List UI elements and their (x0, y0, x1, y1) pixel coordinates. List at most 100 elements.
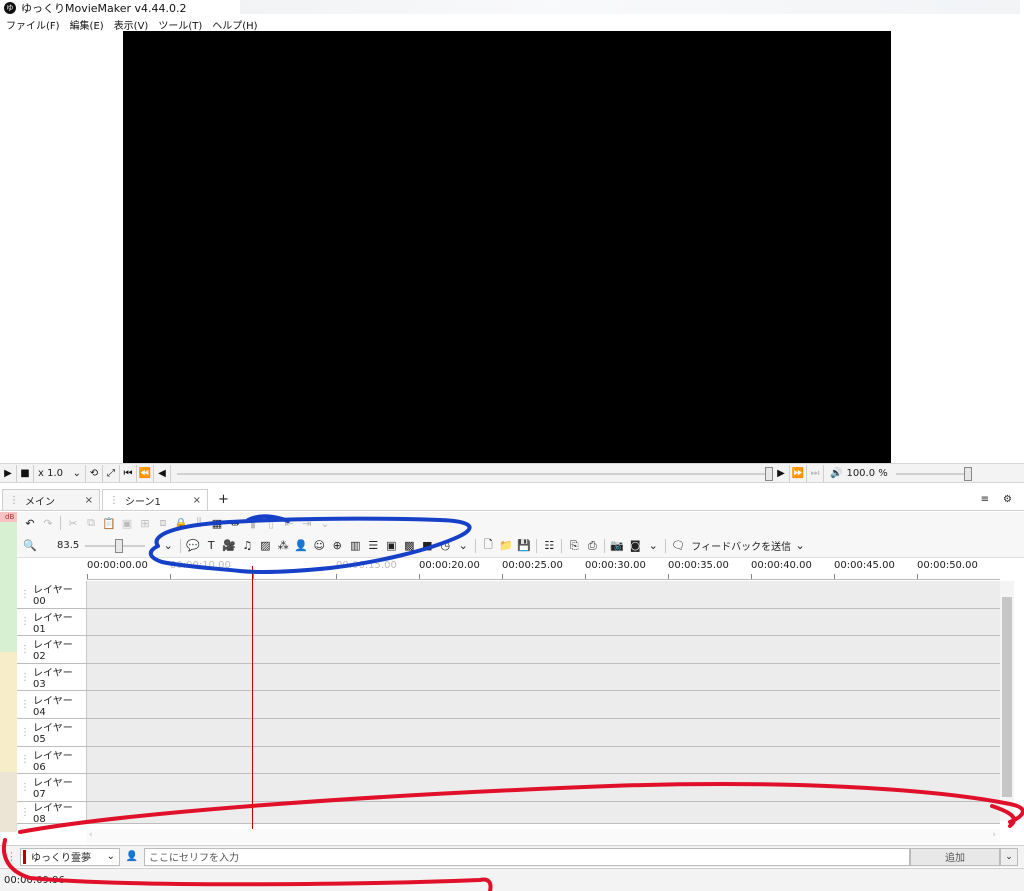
camera-icon[interactable]: 📷 (608, 537, 626, 555)
mark-out-icon[interactable]: ⇥ (298, 514, 316, 532)
export-icon[interactable]: ⎘ (565, 537, 583, 555)
layer-header[interactable]: ⋮ レイヤー 08 (17, 801, 87, 825)
overflow-icon[interactable]: ⌄ (316, 514, 334, 532)
tab-scene1[interactable]: ⋮ シーン1 × (102, 489, 208, 510)
grid-icon[interactable]: ▦ (208, 514, 226, 532)
menu-edit[interactable]: 編集(E) (70, 17, 104, 32)
zoom-slider[interactable] (85, 537, 146, 555)
volume-slider[interactable] (895, 465, 972, 482)
copy-icon[interactable]: ⧉ (82, 514, 100, 532)
layer-track[interactable] (87, 581, 1000, 608)
menu-tools[interactable]: ツール(T) (158, 17, 202, 32)
scroll-thumb[interactable] (1002, 597, 1012, 797)
seek-slider[interactable] (177, 465, 773, 482)
export-settings-icon[interactable]: ⎙ (583, 537, 601, 555)
tab-menu-icon[interactable]: ≡ (981, 494, 989, 505)
lock-icon[interactable]: 🔒 (172, 514, 190, 532)
save-icon[interactable]: 💾 (515, 537, 533, 555)
menu-file[interactable]: ファイル(F) (6, 17, 60, 32)
speech-bubble-icon[interactable]: 💬 (184, 537, 202, 555)
overflow-icon[interactable]: ⌄ (644, 537, 662, 555)
ungroup-icon[interactable]: ⧈ (154, 514, 172, 532)
character-icon[interactable]: 👤 (292, 537, 310, 555)
music-icon[interactable]: ♫ (238, 537, 256, 555)
transition-icon[interactable]: ☰ (364, 537, 382, 555)
layer-header[interactable]: ⋮ レイヤー 07 (17, 774, 87, 801)
layer-header[interactable]: ⋮ レイヤー 01 (17, 608, 87, 636)
add-options-button[interactable]: ⌄ (1000, 847, 1018, 866)
effect-icon[interactable]: ⊕ (328, 537, 346, 555)
overflow-icon[interactable]: ⌄ (454, 537, 472, 555)
next-frame-button[interactable]: ⏩ (790, 464, 807, 482)
layer-header[interactable]: ⋮ レイヤー 00 (17, 581, 87, 608)
new-file-icon[interactable]: 🗋 (479, 537, 497, 555)
feedback-button[interactable]: フィードバックを送信 (691, 538, 791, 553)
split-icon[interactable]: ⫼ (190, 514, 208, 532)
settings-sliders-icon[interactable]: ☷ (540, 537, 558, 555)
loop-button[interactable]: ⟲ (86, 464, 103, 482)
layer-header[interactable]: ⋮ レイヤー 05 (17, 718, 87, 746)
close-icon[interactable]: × (79, 495, 93, 506)
overflow-icon[interactable]: ⌄ (791, 537, 809, 555)
scroll-left-icon[interactable]: ‹ (89, 830, 93, 840)
layer-track[interactable] (87, 801, 1000, 823)
dialogue-input[interactable]: ここにセリフを入力 (144, 847, 910, 866)
menu-view[interactable]: 表示(V) (114, 17, 149, 32)
redo-icon[interactable]: ↷ (39, 514, 57, 532)
gear-icon[interactable]: ⚙ (1003, 494, 1012, 505)
horizontal-scrollbar[interactable]: ‹ › (87, 829, 1000, 843)
layer-track[interactable] (87, 746, 1000, 774)
vertical-scrollbar[interactable] (1000, 581, 1014, 821)
step-back-button[interactable]: ◀ (154, 464, 171, 482)
layer-track[interactable] (87, 663, 1000, 691)
menu-help[interactable]: ヘルプ(H) (212, 17, 257, 32)
overflow-icon[interactable]: ⌄ (159, 537, 177, 555)
undo-icon[interactable]: ↶ (21, 514, 39, 532)
character-select[interactable]: ゆっくり霊夢 ⌄ (20, 847, 120, 866)
prev-frame-button[interactable]: ⏪ (137, 464, 154, 482)
group-icon[interactable]: ⊞ (136, 514, 154, 532)
timeline-ruler[interactable]: 00:00:00.00 00:00:10.00 00:00:20.00 00:0… (87, 558, 1000, 580)
video-preview[interactable] (123, 31, 891, 463)
stop-button[interactable]: ■ (17, 464, 34, 482)
text-icon[interactable]: T (202, 537, 220, 555)
feedback-icon[interactable]: 🗨 (669, 537, 687, 555)
volume-thumb[interactable] (963, 466, 972, 481)
folder-icon[interactable]: 📁 (497, 537, 515, 555)
zoom-icon[interactable]: 🔍 (21, 537, 39, 555)
add-button[interactable]: 追加 (910, 847, 1000, 866)
play-button[interactable]: ▶ (0, 464, 17, 482)
tab-main[interactable]: ⋮ メイン × (2, 489, 100, 510)
layer-track[interactable] (87, 636, 1000, 663)
go-start-button[interactable]: ⏮ (120, 464, 137, 482)
screenshot-icon[interactable]: ◙ (626, 537, 644, 555)
layer-header[interactable]: ⋮ レイヤー 02 (17, 636, 87, 663)
add-tab-button[interactable]: + (218, 492, 229, 507)
layer-header[interactable]: ⋮ レイヤー 04 (17, 691, 87, 718)
snap-icon[interactable]: ⇹ (226, 514, 244, 532)
mark-in-icon[interactable]: ⇤ (280, 514, 298, 532)
scroll-right-icon[interactable]: › (992, 830, 996, 840)
mosaic-icon[interactable]: ▩ (400, 537, 418, 555)
layer-image-icon[interactable]: ▣ (382, 537, 400, 555)
seek-thumb[interactable] (765, 466, 773, 481)
face-icon[interactable]: ☺ (310, 537, 328, 555)
block-icon[interactable]: ■ (418, 537, 436, 555)
layer-header[interactable]: ⋮ レイヤー 03 (17, 663, 87, 691)
trim-icon[interactable]: ▯ (262, 514, 280, 532)
paste-icon[interactable]: 📋 (100, 514, 118, 532)
layer-header[interactable]: ⋮ レイヤー 06 (17, 746, 87, 774)
clock-icon[interactable]: ◷ (436, 537, 454, 555)
range-button[interactable]: ⤢ (103, 464, 120, 482)
zoom-thumb[interactable] (115, 538, 124, 553)
step-forward-button[interactable]: ▶ (773, 464, 790, 482)
speed-select[interactable]: x 1.0 ⌄ (34, 464, 86, 482)
cut-icon[interactable]: ✂ (64, 514, 82, 532)
playhead[interactable] (252, 566, 253, 829)
layer-track[interactable] (87, 718, 1000, 746)
layer-track[interactable] (87, 774, 1000, 801)
image-icon[interactable]: ▨ (256, 537, 274, 555)
shape-icon[interactable]: ⁂ (274, 537, 292, 555)
close-icon[interactable]: × (187, 495, 201, 506)
paste-special-icon[interactable]: ▣ (118, 514, 136, 532)
